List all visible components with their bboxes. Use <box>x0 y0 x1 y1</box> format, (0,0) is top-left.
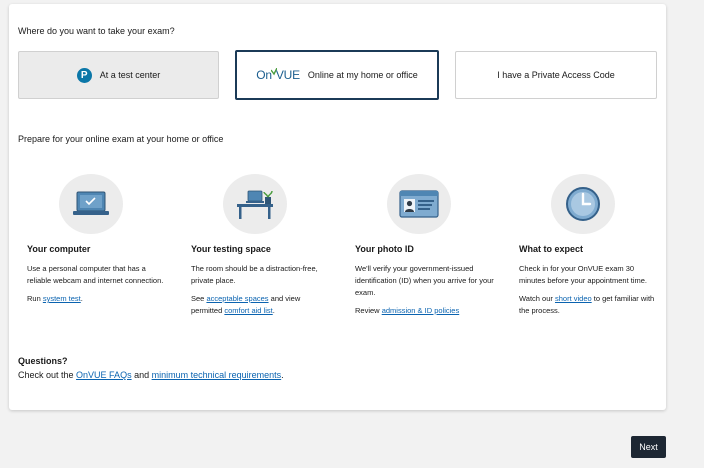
info-column-what-to-expect: What to expect Check in for your OnVUE e… <box>519 174 659 323</box>
admission-id-policies-link[interactable]: admission & ID policies <box>382 306 460 315</box>
pearson-logo-icon: P <box>76 67 92 83</box>
id-card-icon <box>387 174 451 234</box>
column-text: Use a personal computer that has a relia… <box>27 264 164 285</box>
option-test-center-label: At a test center <box>99 70 161 80</box>
column-text: The room should be a distraction-free, p… <box>191 264 318 285</box>
questions-text: Check out the OnVUE FAQs and minimum tec… <box>18 370 284 380</box>
technical-requirements-link[interactable]: minimum technical requirements <box>152 370 282 380</box>
laptop-icon <box>59 174 123 234</box>
column-action: Watch our short video to get familiar wi… <box>519 294 655 315</box>
column-title: What to expect <box>519 244 584 254</box>
option-private-access-code[interactable]: I have a Private Access Code <box>455 51 657 99</box>
comfort-aid-list-link[interactable]: comfort aid list <box>224 306 272 315</box>
location-question: Where do you want to take your exam? <box>18 26 175 36</box>
desk-icon <box>223 174 287 234</box>
clock-icon <box>551 174 615 234</box>
option-online[interactable]: On VUE Online at my home or office <box>235 50 439 100</box>
column-action: Review admission & ID policies <box>355 306 460 315</box>
column-title: Your computer <box>27 244 91 254</box>
column-text: We'll verify your government-issued iden… <box>355 264 494 297</box>
column-text: Check in for your OnVUE exam 30 minutes … <box>519 264 647 285</box>
option-test-center[interactable]: P At a test center <box>18 51 219 99</box>
questions-heading: Questions? <box>18 356 68 366</box>
short-video-link[interactable]: short video <box>555 294 592 303</box>
info-column-photo-id: Your photo ID We'll verify your governme… <box>355 174 495 323</box>
info-column-testing-space: Your testing space The room should be a … <box>191 174 331 323</box>
column-title: Your photo ID <box>355 244 414 254</box>
next-button[interactable]: Next <box>631 436 666 458</box>
onvue-logo-icon: On VUE <box>256 67 300 82</box>
prepare-heading: Prepare for your online exam at your hom… <box>18 134 224 144</box>
questions-section: Questions? Check out the OnVUE FAQs and … <box>18 356 284 380</box>
exam-location-card: Where do you want to take your exam? P A… <box>9 4 666 410</box>
option-pac-label: I have a Private Access Code <box>497 70 615 80</box>
onvue-faqs-link[interactable]: OnVUE FAQs <box>76 370 132 380</box>
info-column-computer: Your computer Use a personal computer th… <box>27 174 167 311</box>
option-online-label: Online at my home or office <box>307 70 418 80</box>
acceptable-spaces-link[interactable]: acceptable spaces <box>206 294 268 303</box>
column-title: Your testing space <box>191 244 271 254</box>
system-test-link[interactable]: system test <box>43 294 81 303</box>
column-action: See acceptable spaces and view permitted… <box>191 294 301 315</box>
column-action: Run system test. <box>27 294 83 303</box>
